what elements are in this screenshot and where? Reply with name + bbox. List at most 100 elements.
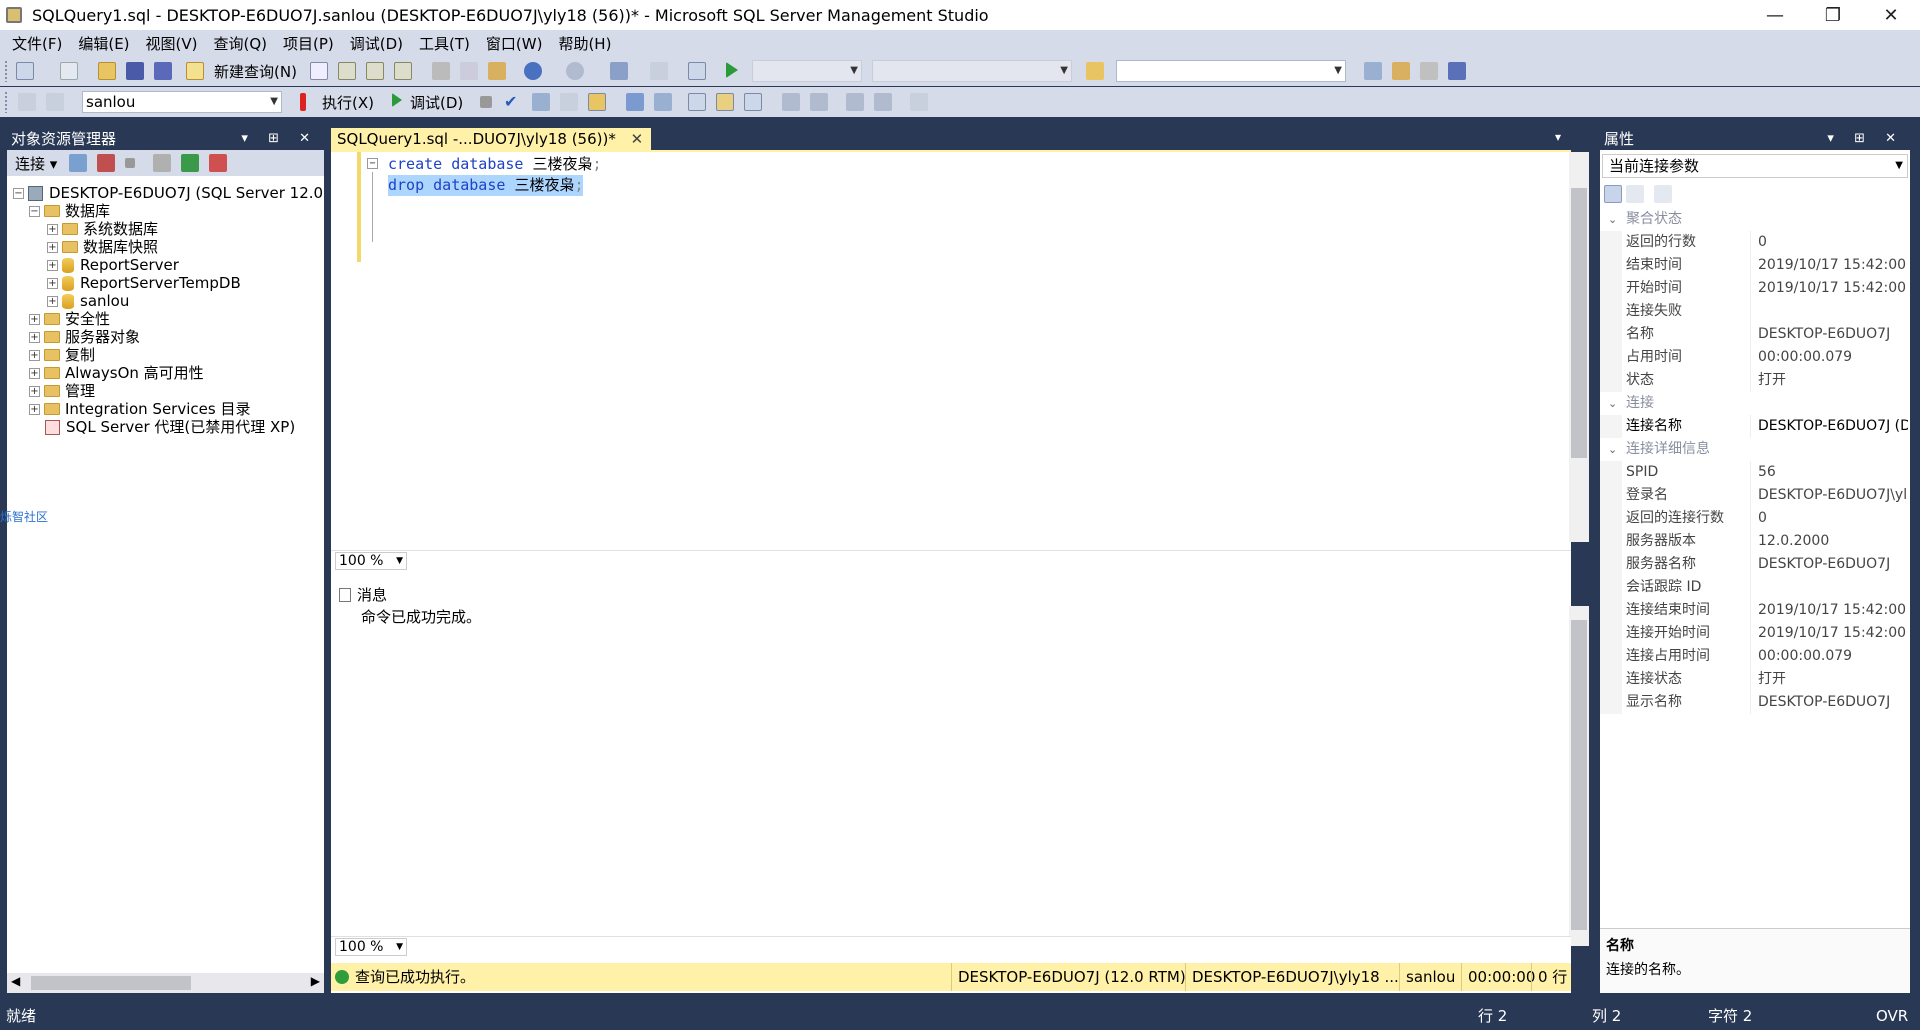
property-category[interactable]: ⌄ 连接 <box>1600 392 1910 415</box>
categorized-icon[interactable] <box>1604 185 1622 203</box>
expand-icon[interactable]: + <box>29 313 40 325</box>
menu-project[interactable]: 项目(P) <box>275 33 342 54</box>
oe-activity-icon[interactable] <box>209 154 227 172</box>
outline-collapse-icon[interactable]: − <box>367 158 378 169</box>
copy-icon[interactable] <box>460 62 478 80</box>
start-debug-icon[interactable] <box>726 62 738 78</box>
solution-explorer-icon[interactable] <box>1364 62 1382 80</box>
collapse-icon[interactable]: − <box>13 187 24 199</box>
redo-icon[interactable] <box>566 62 584 80</box>
property-row[interactable]: 返回的行数 0 <box>1600 231 1910 254</box>
new-query-button[interactable]: 新建查询(N) <box>214 61 297 82</box>
menu-edit[interactable]: 编辑(E) <box>70 33 137 54</box>
menu-help[interactable]: 帮助(H) <box>550 33 619 54</box>
menu-view[interactable]: 视图(V) <box>138 33 206 54</box>
results-text-icon[interactable] <box>688 93 706 111</box>
comment-icon[interactable] <box>782 93 800 111</box>
oe-refresh-icon[interactable] <box>181 154 199 172</box>
menu-debug[interactable]: 调试(D) <box>342 33 411 54</box>
cut-icon[interactable] <box>432 62 450 80</box>
connect-icon[interactable] <box>18 93 36 111</box>
menu-window[interactable]: 窗口(W) <box>478 33 551 54</box>
scroll-right-icon[interactable]: ▶ <box>311 974 320 988</box>
expand-icon[interactable]: + <box>47 223 58 235</box>
property-row[interactable]: 连接状态 打开 <box>1600 668 1910 691</box>
expand-icon[interactable]: + <box>29 403 40 415</box>
scroll-left-icon[interactable]: ◀ <box>11 974 20 988</box>
open-file-icon[interactable] <box>98 62 116 80</box>
restore-button[interactable]: ❐ <box>1804 0 1862 30</box>
debug-play-icon[interactable] <box>392 93 402 107</box>
property-pages-icon[interactable] <box>1654 185 1672 203</box>
expand-icon[interactable]: + <box>29 367 40 379</box>
property-row[interactable]: 名称 DESKTOP-E6DUO7J <box>1600 323 1910 346</box>
property-category[interactable]: ⌄ 聚合状态 <box>1600 208 1910 231</box>
property-row[interactable]: 显示名称 DESKTOP-E6DUO7J <box>1600 691 1910 714</box>
toolbar-grip[interactable] <box>4 60 8 82</box>
oe-horizontal-scrollbar[interactable]: ◀ ▶ <box>7 973 324 993</box>
scroll-thumb[interactable] <box>31 976 191 990</box>
side-link[interactable]: 烁智社区 <box>0 508 48 525</box>
property-row[interactable]: SPID 56 <box>1600 461 1910 484</box>
collapse-icon[interactable]: − <box>29 205 40 217</box>
properties-window-icon[interactable] <box>1392 62 1410 80</box>
activity-monitor-icon[interactable] <box>688 62 706 80</box>
property-row-selected[interactable]: 连接名称 DESKTOP-E6DUO7J (D <box>1600 415 1910 438</box>
navigate-backward-icon[interactable] <box>610 62 628 80</box>
xmla-query-icon[interactable] <box>394 62 412 80</box>
change-connection-icon[interactable] <box>46 93 64 111</box>
debug-button[interactable]: 调试(D) <box>410 92 463 113</box>
alphabetical-icon[interactable] <box>1626 185 1644 203</box>
document-tab[interactable]: SQLQuery1.sql -...DUO7J\yly18 (56))* ✕ <box>331 128 652 150</box>
property-category[interactable]: ⌄ 连接详细信息 <box>1600 438 1910 461</box>
property-row[interactable]: 结束时间 2019/10/17 15:42:00 <box>1600 254 1910 277</box>
new-project-icon[interactable] <box>16 62 34 80</box>
customize-icon[interactable] <box>1448 62 1466 80</box>
property-row[interactable]: 服务器名称 DESKTOP-E6DUO7J <box>1600 553 1910 576</box>
live-stats-icon[interactable] <box>654 93 672 111</box>
expand-icon[interactable]: + <box>47 259 58 271</box>
property-row[interactable]: 连接结束时间 2019/10/17 15:42:00 <box>1600 599 1910 622</box>
menu-tools[interactable]: 工具(T) <box>411 33 478 54</box>
paste-icon[interactable] <box>488 62 506 80</box>
new-query-icon[interactable] <box>186 62 204 80</box>
display-plan-icon[interactable] <box>532 93 550 111</box>
property-row[interactable]: 返回的连接行数 0 <box>1600 507 1910 530</box>
expand-icon[interactable]: + <box>47 277 58 289</box>
increase-indent-icon[interactable] <box>874 93 892 111</box>
scroll-thumb[interactable] <box>1571 188 1587 458</box>
panel-pin-controls[interactable]: ▾ ⊞ ✕ <box>241 128 318 150</box>
expand-icon[interactable]: + <box>29 385 40 397</box>
expand-icon[interactable]: + <box>47 241 58 253</box>
menu-query[interactable]: 查询(Q) <box>206 33 276 54</box>
find-combo[interactable]: ▼ <box>1116 60 1346 82</box>
results-vertical-scrollbar[interactable] <box>1569 606 1589 946</box>
tab-dropdown-icon[interactable]: ▾ <box>1555 130 1561 144</box>
oe-filter-icon[interactable] <box>153 154 171 172</box>
stop-icon[interactable] <box>480 96 492 108</box>
execute-button[interactable]: 执行(X) <box>322 92 374 113</box>
minimize-button[interactable]: — <box>1746 0 1804 30</box>
property-row[interactable]: 占用时间 00:00:00.079 <box>1600 346 1910 369</box>
decrease-indent-icon[interactable] <box>846 93 864 111</box>
analysis-query-icon[interactable] <box>338 62 356 80</box>
property-row[interactable]: 会话跟踪 ID <box>1600 576 1910 599</box>
zoom-selector[interactable]: 100 % ▼ <box>335 938 407 956</box>
messages-tab[interactable]: 消息 <box>335 584 387 606</box>
undo-icon[interactable] <box>524 62 542 80</box>
editor-vertical-scrollbar[interactable] <box>1569 152 1589 542</box>
database-selector[interactable]: sanlou ▼ <box>82 91 282 113</box>
scroll-thumb[interactable] <box>1571 620 1587 930</box>
menu-file[interactable]: 文件(F) <box>4 33 70 54</box>
save-icon[interactable] <box>126 62 144 80</box>
property-row[interactable]: 连接占用时间 00:00:00.079 <box>1600 645 1910 668</box>
specify-values-icon[interactable] <box>910 93 928 111</box>
include-plan-icon[interactable] <box>626 93 644 111</box>
close-button[interactable]: ✕ <box>1862 0 1920 30</box>
property-row[interactable]: 连接开始时间 2019/10/17 15:42:00 <box>1600 622 1910 645</box>
db-engine-query-icon[interactable] <box>310 62 328 80</box>
tab-close-icon[interactable]: ✕ <box>631 130 644 148</box>
property-row[interactable]: 开始时间 2019/10/17 15:42:00 <box>1600 277 1910 300</box>
results-file-icon[interactable] <box>744 93 762 111</box>
mdx-query-icon[interactable] <box>366 62 384 80</box>
